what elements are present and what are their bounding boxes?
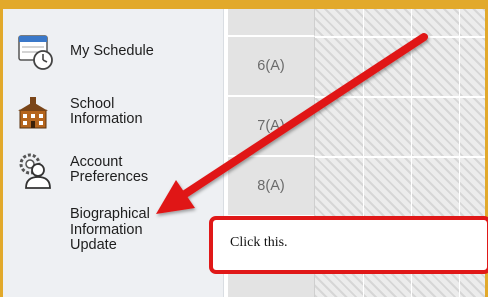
period-label: 6(A) xyxy=(228,37,315,97)
grid-row-divider xyxy=(315,96,485,98)
sidebar-item-school-information[interactable]: School Information xyxy=(3,93,223,137)
period-label: 7(A) xyxy=(228,97,315,157)
school-building-icon xyxy=(16,96,56,136)
callout-text: Click this. xyxy=(230,235,288,250)
sidebar-item-account-preferences[interactable]: Account Preferences xyxy=(3,149,223,199)
sidebar-item-label: Account Preferences xyxy=(70,154,149,185)
period-label: 8(A) xyxy=(228,157,315,217)
sidebar: My Schedule School Information Account P… xyxy=(3,9,224,297)
grid-row-divider xyxy=(315,156,485,158)
sidebar-item-label: My Schedule xyxy=(70,43,154,59)
grid-row-divider xyxy=(315,36,485,38)
calendar-clock-icon xyxy=(16,33,56,73)
user-gear-icon xyxy=(16,152,56,192)
sidebar-subitem-biographical-information-update[interactable]: Biographical Information Update xyxy=(70,206,150,254)
period-label-top xyxy=(228,9,315,37)
sidebar-item-label: School Information xyxy=(70,96,143,127)
sidebar-item-my-schedule[interactable]: My Schedule xyxy=(3,29,223,73)
instruction-callout: Click this. xyxy=(209,216,488,274)
